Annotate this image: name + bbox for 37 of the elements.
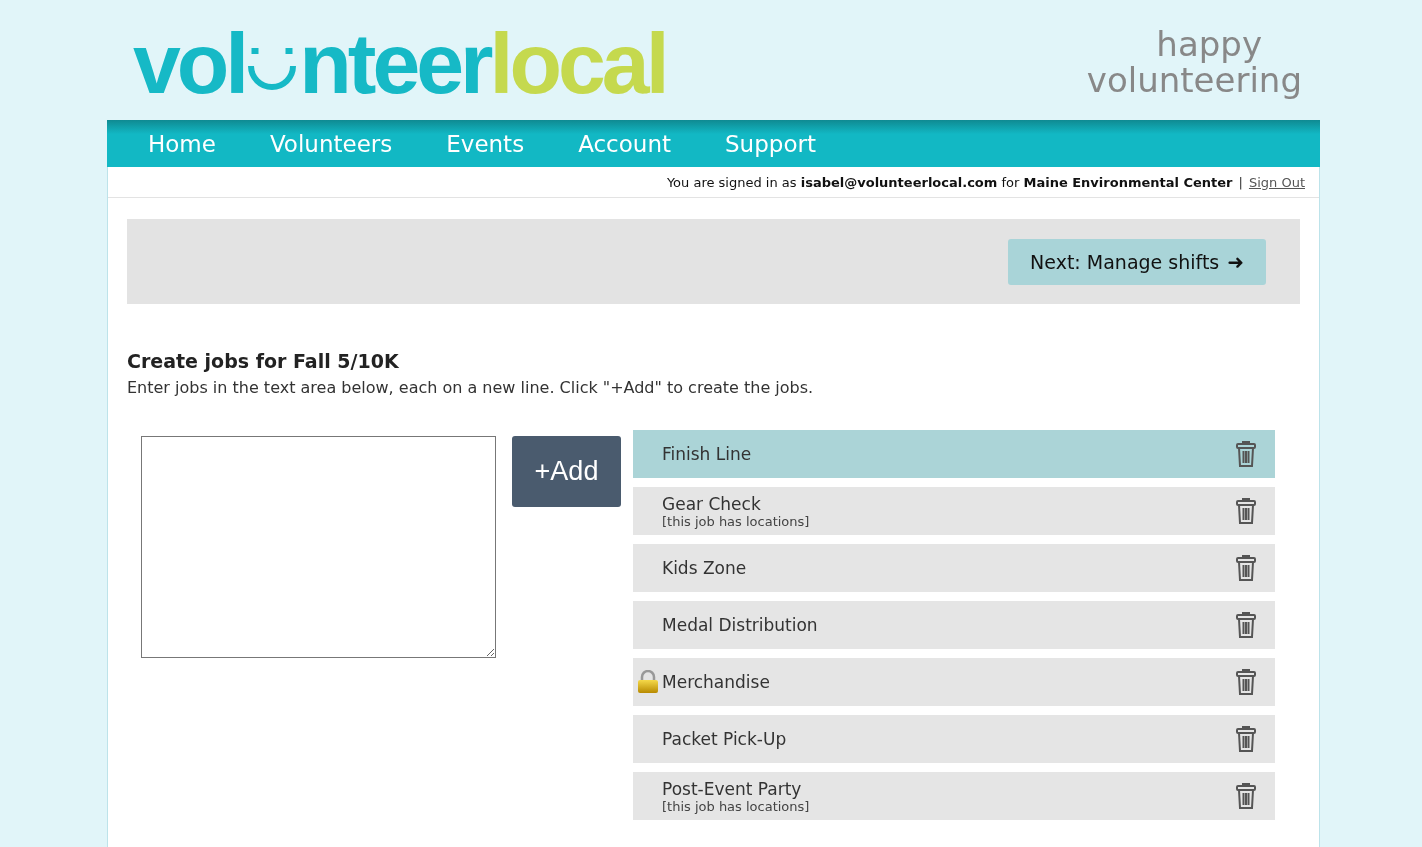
separator-text: | [1238,174,1243,190]
job-name: Medal Distribution [662,615,819,635]
page-heading: Create jobs for Fall 5/10K [127,350,400,372]
trash-icon[interactable] [1235,668,1257,696]
job-name: Finish Line [662,444,753,464]
job-name: Merchandise [662,672,771,692]
logo-text: local [489,20,666,106]
logo-text: nteer [299,20,490,106]
job-name: Packet Pick-Up [662,729,788,749]
trash-icon[interactable] [1235,725,1257,753]
jobs-input-field[interactable] [141,436,496,658]
tagline-text: volunteering [1086,62,1302,98]
job-row[interactable]: Finish Line [633,430,1275,478]
job-name: Post-Event Party [662,778,803,799]
sign-out-link[interactable]: Sign Out [1248,174,1305,190]
instructions-text: Enter jobs in the text area below, each on a new line. Click "+Add" to create the jobs. [127,378,815,397]
trash-icon[interactable] [1235,554,1257,582]
tagline-text: happy [1156,26,1262,62]
job-row[interactable]: Gear Check [this job has locations] [633,487,1275,535]
job-note: [this job has locations] [662,513,811,529]
trash-icon[interactable] [1235,782,1257,810]
padlock-icon [637,670,659,694]
trash-icon[interactable] [1235,440,1257,468]
trash-icon[interactable] [1235,611,1257,639]
job-note: [this job has locations] [662,798,811,814]
next-button[interactable]: Next: Manage shifts ➜ [1008,238,1266,285]
job-row[interactable]: Kids Zone [633,544,1275,592]
add-button[interactable]: +Add [512,436,621,507]
job-row[interactable]: Post-Event Party [this job has locations] [633,772,1275,820]
job-name: Kids Zone [662,558,748,578]
logo-text: vol [133,20,246,106]
trash-icon[interactable] [1235,497,1257,525]
job-row[interactable]: Packet Pick-Up [633,715,1275,763]
signed-in-text: You are signed in as isabel@volunteerlocal.com for Maine Environmental Center [666,174,1233,190]
job-name: Gear Check [662,493,762,514]
job-row[interactable]: Merchandise [633,658,1275,706]
job-row[interactable]: Medal Distribution [633,601,1275,649]
